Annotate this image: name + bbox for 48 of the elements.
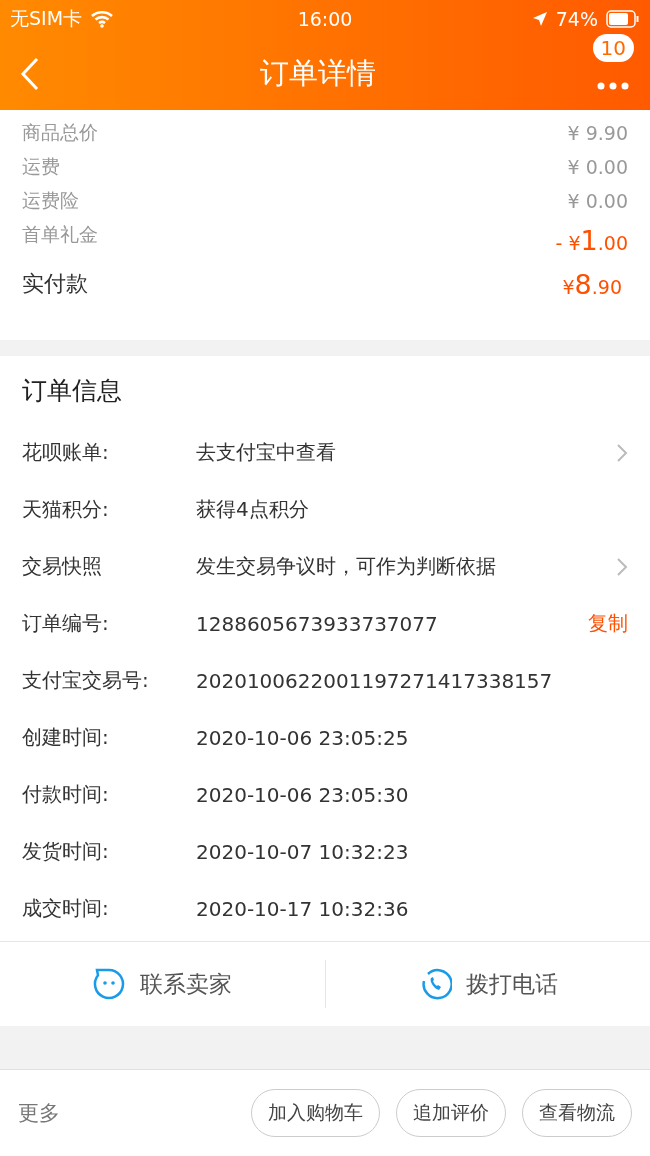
info-value: 2020100622001197271417338157 <box>196 668 554 693</box>
wifi-icon <box>90 10 115 28</box>
smiley-chat-icon <box>92 967 127 1001</box>
price-value: ¥ 0.00 <box>567 156 628 178</box>
price-label: 运费险 <box>22 188 79 213</box>
more-icon[interactable] <box>596 81 630 91</box>
info-label: 花呗账单: <box>22 439 110 466</box>
location-arrow-icon <box>531 11 548 27</box>
notification-badge: 10 <box>592 34 634 62</box>
contact-link[interactable]: 联系卖家 <box>140 968 233 1000</box>
info-label: 订单编号: <box>22 610 110 637</box>
price-label: 商品总价 <box>22 120 98 145</box>
total-label: 实付款 <box>22 270 88 298</box>
info-label: 支付宝交易号: <box>22 667 150 694</box>
action-button[interactable]: 查看物流 <box>522 1089 632 1137</box>
price-value: ¥ 0.00 <box>567 190 628 212</box>
info-label: 成交时间: <box>22 895 110 922</box>
contact-link[interactable]: 拨打电话 <box>465 968 558 1000</box>
price-label: 运费 <box>22 154 60 179</box>
info-label: 创建时间: <box>22 724 110 751</box>
chevron-right-icon <box>616 442 628 463</box>
info-value: 2020-10-07 10:32:23 <box>196 839 410 864</box>
more-link[interactable]: 更多 <box>18 1099 60 1127</box>
battery-icon <box>606 10 640 28</box>
info-value: 获得4点积分 <box>196 496 310 523</box>
info-value: 1288605673933737077 <box>196 611 439 636</box>
carrier-text: 无SIM卡 <box>10 6 83 31</box>
time-text: 16:00 <box>297 8 353 30</box>
action-button[interactable]: 加入购物车 <box>251 1089 380 1137</box>
battery-text: 74% <box>555 8 598 30</box>
chevron-right-icon <box>616 556 628 577</box>
price-value: ¥ 9.90 <box>567 122 628 144</box>
info-value: 2020-10-06 23:05:25 <box>196 725 410 750</box>
section-title: 订单信息 <box>22 375 123 407</box>
info-label: 付款时间: <box>22 781 110 808</box>
info-value: 发生交易争议时，可作为判断依据 <box>196 553 497 580</box>
page-title: 订单详情 <box>260 55 376 92</box>
price-label: 首单礼金 <box>22 222 98 247</box>
price-value: - ¥1.00 <box>555 224 628 256</box>
info-value: 去支付宝中查看 <box>196 439 337 466</box>
info-label: 天猫积分: <box>22 496 110 523</box>
info-value: 2020-10-17 10:32:36 <box>196 896 410 921</box>
info-label: 交易快照 <box>22 553 103 580</box>
action-button[interactable]: 追加评价 <box>396 1089 506 1137</box>
back-icon[interactable] <box>20 57 40 91</box>
price-value: ¥8.90 <box>562 268 622 300</box>
info-label: 发货时间: <box>22 838 110 865</box>
info-value: 2020-10-06 23:05:30 <box>196 782 410 807</box>
